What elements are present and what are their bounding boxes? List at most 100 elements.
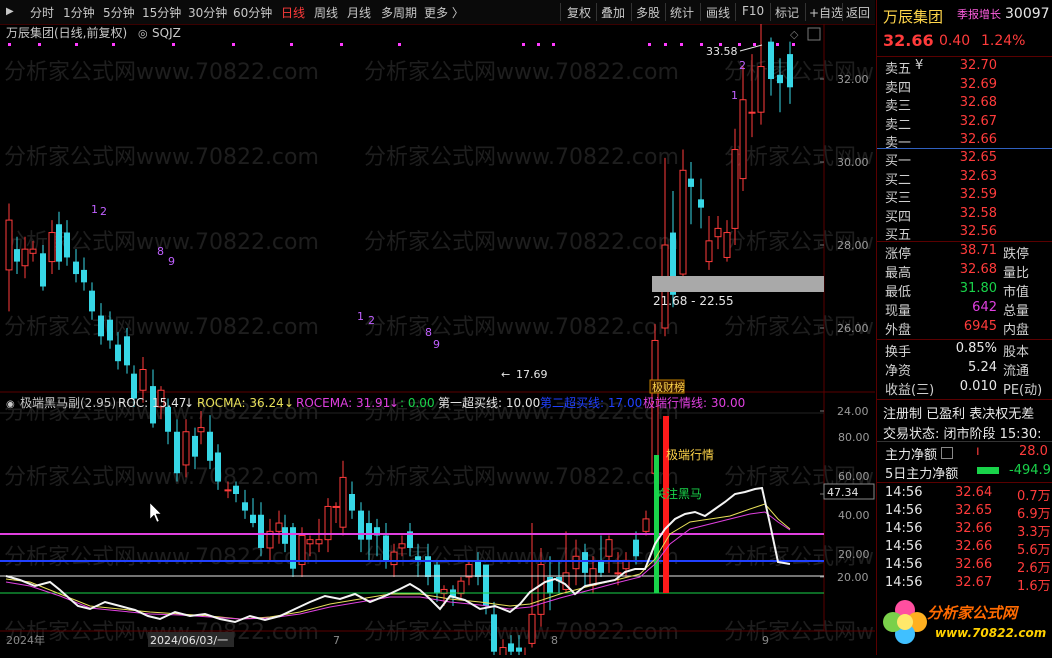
signal-dot	[664, 43, 667, 46]
candle-body	[748, 111, 756, 114]
period-tab-60min[interactable]: 60分钟	[233, 4, 272, 21]
period-tab-monthly[interactable]: 月线	[347, 4, 371, 21]
five-day-flow-bar	[977, 467, 999, 474]
candle-body	[605, 539, 613, 557]
watermark-text: 分析家公式网www.70822.com	[364, 230, 679, 255]
quote-panel: 万辰集团 季报增长 30097 32.66 0.40 1.24% 卖五 ¥32.7…	[876, 0, 1052, 655]
period-tab-1min[interactable]: 1分钟	[63, 4, 95, 21]
drawing-button[interactable]: 画线	[706, 4, 730, 21]
candle-body	[633, 539, 639, 557]
f10-button[interactable]: F10	[742, 4, 764, 18]
candle-body	[434, 564, 440, 594]
period-tab-daily[interactable]: 日线	[281, 4, 305, 21]
add-watchlist-button[interactable]: +自选	[809, 4, 843, 21]
candle-body	[250, 514, 256, 524]
mark-button[interactable]: 标记	[775, 4, 799, 21]
top-toolbar: ▶ 分时 1分钟 5分钟 15分钟 30分钟 60分钟 日线 周线 月线 多周期…	[0, 0, 875, 25]
svg-text:2024年: 2024年	[6, 633, 45, 647]
signal-dot	[290, 43, 293, 46]
candle-body	[705, 240, 713, 263]
menu-toggle-icon[interactable]: ▶	[6, 6, 14, 17]
candle-body	[21, 248, 29, 267]
candle-body	[98, 315, 104, 337]
candle-body	[215, 452, 221, 482]
watermark-text: 分析家公式网www.70822.com	[4, 145, 319, 170]
range-label: 21.68 - 22.55	[653, 294, 734, 308]
candle-body	[332, 505, 340, 508]
candle-body	[366, 523, 372, 540]
chart-area[interactable]: 分析家公式网www.70822.com 分析家公式网www.70822.com 分析…	[0, 16, 1039, 658]
candle-body	[777, 74, 783, 84]
flow-info-icon[interactable]	[941, 447, 953, 459]
signal-dot	[340, 43, 343, 46]
candle-body	[165, 406, 171, 432]
five-day-flow-label: 5日主力净额	[885, 467, 959, 482]
svg-text:↓: ↓	[389, 396, 399, 410]
period-tab-5min[interactable]: 5分钟	[103, 4, 135, 21]
indicator-name[interactable]: SQJZ	[152, 26, 181, 40]
candle-body	[714, 227, 722, 238]
statistics-button[interactable]: 统计	[670, 4, 694, 21]
candle-body	[306, 539, 314, 545]
price-tick-label: 28.00	[837, 239, 869, 252]
candle-body	[275, 522, 283, 532]
candle-body	[688, 178, 694, 187]
svg-text:7: 7	[333, 634, 340, 647]
period-tab-15min[interactable]: 15分钟	[142, 4, 181, 21]
chart-settings-icon[interactable]	[807, 27, 821, 41]
candle-body	[349, 494, 355, 511]
signal-dot	[700, 43, 703, 46]
candle-body	[768, 41, 774, 79]
collapse-icon[interactable]: ◉	[6, 399, 15, 410]
count-label: 9	[168, 255, 175, 268]
tick-row: 14:56 32.66 3.3万	[885, 521, 1051, 540]
chart-canvas[interactable]: 分析家公式网www.70822.com 分析家公式网www.70822.com 分析…	[0, 16, 1039, 658]
signal-dot	[112, 43, 115, 46]
candle-body	[679, 169, 687, 275]
period-tab-30min[interactable]: 30分钟	[188, 4, 227, 21]
ask-row: 卖二 32.67	[885, 113, 997, 133]
multi-stock-button[interactable]: 多股	[636, 4, 660, 21]
candle-body	[390, 551, 398, 566]
watermark-text: 分析家公式网www.70822.com	[4, 545, 319, 570]
zero-value: : 0.00	[400, 396, 435, 410]
extreme-bar	[663, 416, 669, 593]
period-tab-multi[interactable]: 多周期	[381, 4, 417, 21]
site-logo: 分析家公式网 www.70822.com	[879, 590, 1051, 652]
back-button[interactable]: 返回	[846, 4, 870, 21]
attention-label: 关注黑马	[654, 486, 702, 501]
low-price-label: 17.69	[516, 368, 548, 381]
candle-body	[282, 527, 288, 544]
candle-body	[787, 54, 793, 88]
mouse-cursor-icon	[149, 502, 162, 523]
stat-row: 最高 32.68 量比	[885, 262, 1030, 281]
tick-row: 14:56 32.65 6.9万	[885, 503, 1051, 522]
stat-row: 涨停 38.71 跌停	[885, 243, 1030, 262]
period-tab-more[interactable]: 更多 〉	[424, 4, 464, 21]
diamond-icon[interactable]: ◇	[790, 28, 799, 41]
candle-body	[465, 564, 473, 578]
low-arrow-icon: ←	[501, 368, 510, 381]
watermark-text: 分析家公式网www.70822.com	[364, 60, 679, 85]
roc-value: ROC: 15.47	[118, 396, 186, 410]
period-tab-weekly[interactable]: 周线	[314, 4, 338, 21]
extreme-label: 极端行情	[666, 448, 714, 462]
eye-icon[interactable]: ◎	[138, 27, 148, 40]
price-tick-label: 20.00	[837, 571, 869, 584]
sub-indicator-name[interactable]: 极端黑马副(2.95)	[20, 396, 116, 410]
watermark-text: 分析家公式网www.70822.com	[364, 545, 679, 570]
restore-rights-button[interactable]: 复权	[567, 4, 591, 21]
stat-row: 换手 0.85% 股本	[885, 341, 1030, 360]
candle-body	[598, 560, 604, 573]
candle-body	[383, 535, 389, 561]
candle-body	[174, 431, 180, 474]
candle-body	[582, 552, 588, 573]
period-tab-intraday[interactable]: 分时	[30, 4, 54, 21]
candle-body	[475, 560, 481, 577]
rocma-value: ROCMA: 36.24	[197, 396, 284, 410]
candle-body	[642, 518, 650, 532]
overlay-button[interactable]: 叠加	[601, 4, 625, 21]
candle-body	[425, 556, 431, 577]
candle-body	[516, 647, 522, 652]
candle-body	[731, 149, 739, 229]
